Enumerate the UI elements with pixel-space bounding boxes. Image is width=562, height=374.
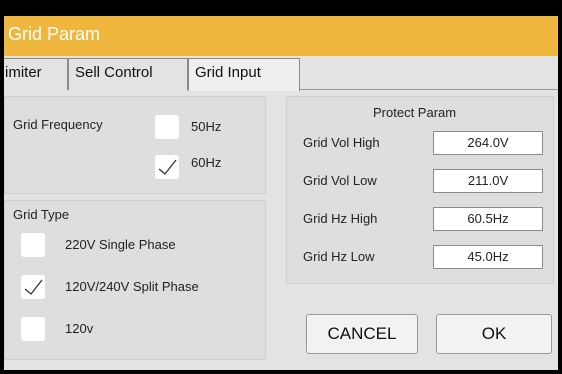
window-title: Grid Param: [8, 24, 101, 44]
grid-type-label: Grid Type: [13, 207, 70, 222]
checkmark-icon: [158, 159, 177, 175]
screen: Grid Param imiter Sell Control Grid Inpu…: [4, 16, 558, 370]
grid-vol-low-label: Grid Vol Low: [303, 173, 377, 188]
option-split-phase-label: 120V/240V Split Phase: [65, 279, 199, 294]
tab-bar: imiter Sell Control Grid Input: [4, 56, 558, 91]
tab-grid-input[interactable]: Grid Input: [188, 58, 300, 91]
tab-limiter[interactable]: imiter: [4, 58, 68, 90]
option-60hz-label: 60Hz: [191, 155, 222, 170]
checkbox-split-phase[interactable]: [21, 275, 45, 299]
protect-param-title: Protect Param: [373, 105, 457, 120]
grid-frequency-panel: Grid Frequency 50Hz 60Hz: [4, 96, 266, 194]
grid-vol-high-label: Grid Vol High: [303, 135, 380, 150]
grid-type-panel: Grid Type 220V Single Phase 120V/240V Sp…: [4, 200, 266, 360]
ok-button[interactable]: OK: [436, 314, 552, 354]
grid-frequency-label: Grid Frequency: [13, 117, 103, 132]
checkbox-120v[interactable]: [21, 317, 45, 341]
tab-sell-control[interactable]: Sell Control: [68, 58, 188, 90]
checkbox-220v-single-phase[interactable]: [21, 233, 45, 257]
cancel-button[interactable]: CANCEL: [306, 314, 418, 354]
checkbox-50hz[interactable]: [155, 115, 179, 139]
grid-vol-high-field[interactable]: 264.0V: [433, 131, 543, 155]
grid-hz-low-field[interactable]: 45.0Hz: [433, 245, 543, 269]
grid-hz-high-field[interactable]: 60.5Hz: [433, 207, 543, 231]
title-bar: Grid Param: [4, 16, 558, 56]
option-120v-label: 120v: [65, 321, 94, 336]
option-220v-label: 220V Single Phase: [65, 237, 176, 252]
device-frame: Grid Param imiter Sell Control Grid Inpu…: [0, 0, 562, 374]
grid-hz-high-label: Grid Hz High: [303, 211, 378, 226]
grid-vol-low-field[interactable]: 211.0V: [433, 169, 543, 193]
checkbox-60hz[interactable]: [155, 155, 179, 179]
option-50hz-label: 50Hz: [191, 119, 222, 134]
checkmark-icon: [24, 279, 43, 295]
protect-param-panel: Protect Param Grid Vol High 264.0V Grid …: [286, 96, 554, 284]
grid-hz-low-label: Grid Hz Low: [303, 249, 375, 264]
